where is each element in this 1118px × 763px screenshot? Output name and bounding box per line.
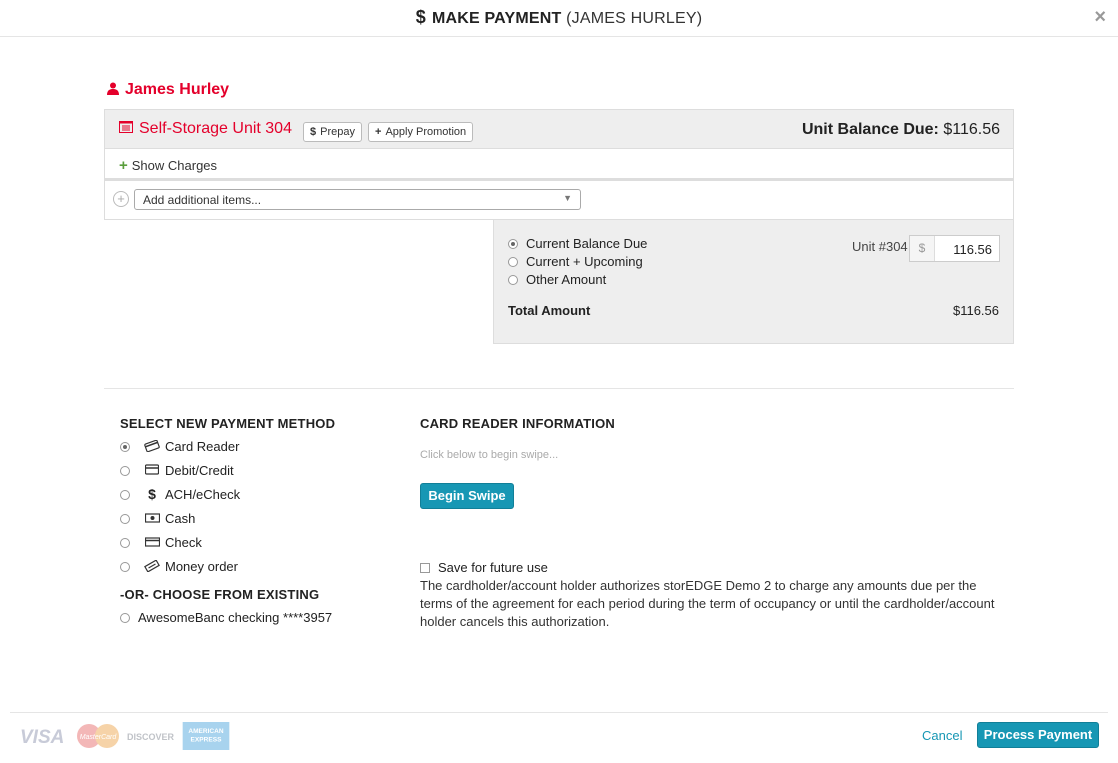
payment-method-label: ACH/eCheck — [165, 487, 241, 502]
radio-existing-method[interactable] — [120, 612, 130, 623]
radio-ach[interactable] — [120, 490, 130, 500]
existing-method-label: AwesomeBanc checking ****3957 — [138, 610, 333, 625]
svg-text:MasterCard: MasterCard — [80, 734, 118, 741]
amount-option-current[interactable]: Current Balance Due — [508, 236, 647, 251]
begin-swipe-button[interactable]: Begin Swipe — [420, 483, 514, 509]
modal-title-text: MAKE PAYMENT — [431, 10, 562, 27]
apply-promotion-button[interactable]: + Apply Promotion — [368, 122, 474, 142]
caret-down-icon: ▼ — [563, 193, 572, 203]
amount-panel: Current Balance Due Current + Upcoming O… — [493, 220, 1014, 344]
tenant-name: James Hurley — [107, 81, 229, 99]
dollar-icon: $ — [415, 7, 426, 27]
unit-balance-due: Unit Balance Due: $116.56 — [802, 121, 1000, 139]
payment-method-label: Debit/Credit — [165, 463, 234, 478]
save-for-future-label: Save for future use — [438, 560, 548, 575]
svg-text:DISCOVER: DISCOVER — [127, 732, 175, 742]
existing-method-item[interactable]: AwesomeBanc checking ****3957 — [120, 610, 332, 625]
amount-option-upcoming[interactable]: Current + Upcoming — [508, 254, 643, 269]
radio-current-balance[interactable] — [508, 238, 518, 249]
save-for-future-checkbox[interactable] — [420, 562, 430, 573]
add-items-placeholder: Add additional items... — [143, 193, 262, 207]
close-icon[interactable]: × — [1094, 6, 1106, 29]
radio-debit-credit[interactable] — [120, 466, 130, 476]
visa-logo: VISA — [20, 727, 64, 748]
person-icon — [107, 82, 121, 100]
radio-current-upcoming[interactable] — [508, 256, 518, 267]
existing-methods-heading: -OR- CHOOSE FROM EXISTING — [120, 587, 320, 602]
balance-label: Unit Balance Due: — [801, 121, 939, 138]
add-circle-icon[interactable]: + — [113, 191, 129, 207]
unit-amount-input[interactable]: $ 116.56 — [909, 235, 1000, 262]
check-icon — [144, 536, 160, 550]
payment-method-label: Check — [165, 535, 202, 550]
amount-option-label: Current Balance Due — [526, 236, 648, 251]
modal-title: $ MAKE PAYMENT (JAMES HURLEY) — [416, 7, 703, 28]
prepay-button[interactable]: $ Prepay — [303, 122, 362, 142]
svg-text:VISA: VISA — [20, 727, 64, 748]
save-for-future-option[interactable]: Save for future use — [420, 560, 548, 575]
show-charges-toggle[interactable]: + Show Charges — [105, 149, 1013, 180]
unit-number-label: Unit #304 — [852, 239, 908, 254]
unit-amount-value: 116.56 — [953, 242, 992, 257]
unit-header: Self-Storage Unit 304 $ Prepay + Apply Pro… — [105, 110, 1013, 149]
discover-logo: DISCOVER — [127, 732, 175, 742]
currency-addon: $ — [910, 236, 935, 261]
dollar-icon: $ — [310, 126, 317, 138]
footer-divider — [10, 712, 1108, 713]
authorization-text: The cardholder/account holder authorizes… — [420, 578, 995, 629]
add-items-select[interactable]: Add additional items... ▼ — [134, 189, 581, 210]
unit-title: Self-Storage Unit 304 — [119, 120, 292, 138]
add-items-row: + Add additional items... ▼ — [105, 180, 1013, 218]
tenant-name-text: James Hurley — [125, 81, 230, 98]
unit-panel: Self-Storage Unit 304 $ Prepay + Apply Pro… — [104, 109, 1014, 220]
payment-method-label: Card Reader — [165, 439, 240, 454]
money-order-icon — [144, 559, 160, 575]
radio-check[interactable] — [120, 538, 130, 548]
amex-logo-text: AMERICAN EXPRESS — [188, 728, 224, 744]
cancel-link[interactable]: Cancel — [922, 728, 962, 743]
dollar-icon: $ — [148, 486, 156, 502]
amount-option-label: Current + Upcoming — [526, 254, 643, 269]
radio-card-reader[interactable] — [120, 442, 130, 452]
process-payment-button[interactable]: Process Payment — [977, 722, 1099, 748]
amount-option-other[interactable]: Other Amount — [508, 272, 606, 287]
amex-logo: AMERICAN EXPRESS — [182, 722, 230, 750]
apply-promotion-label: Apply Promotion — [385, 126, 467, 138]
unit-title-text: Self-Storage Unit 304 — [139, 120, 292, 137]
plus-icon: + — [375, 126, 382, 138]
radio-cash[interactable] — [120, 514, 130, 524]
payment-method-label: Money order — [165, 559, 238, 574]
radio-money-order[interactable] — [120, 562, 130, 572]
plus-icon: + — [119, 157, 128, 174]
modal-title-tenant: (JAMES HURLEY) — [566, 10, 703, 27]
swipe-hint: Click below to begin swipe... — [420, 449, 559, 461]
show-charges-label: Show Charges — [131, 158, 218, 173]
total-amount-value: $116.56 — [952, 303, 999, 318]
card-swipe-icon — [144, 439, 160, 455]
payment-method-heading: SELECT NEW PAYMENT METHOD — [120, 416, 336, 431]
credit-card-icon — [144, 464, 160, 478]
radio-other-amount[interactable] — [508, 274, 518, 285]
prepay-label: Prepay — [320, 126, 355, 138]
amount-option-label: Other Amount — [526, 272, 607, 287]
modal-header: $ MAKE PAYMENT (JAMES HURLEY) × — [0, 0, 1118, 37]
card-reader-heading: CARD READER INFORMATION — [420, 416, 616, 431]
section-divider — [104, 388, 1014, 389]
mastercard-logo: MasterCard — [77, 724, 119, 748]
payment-method-label: Cash — [165, 511, 196, 526]
storage-unit-icon — [119, 120, 133, 138]
total-amount-label: Total Amount — [508, 303, 591, 318]
cash-icon — [144, 512, 160, 526]
balance-value: $116.56 — [943, 121, 1000, 138]
